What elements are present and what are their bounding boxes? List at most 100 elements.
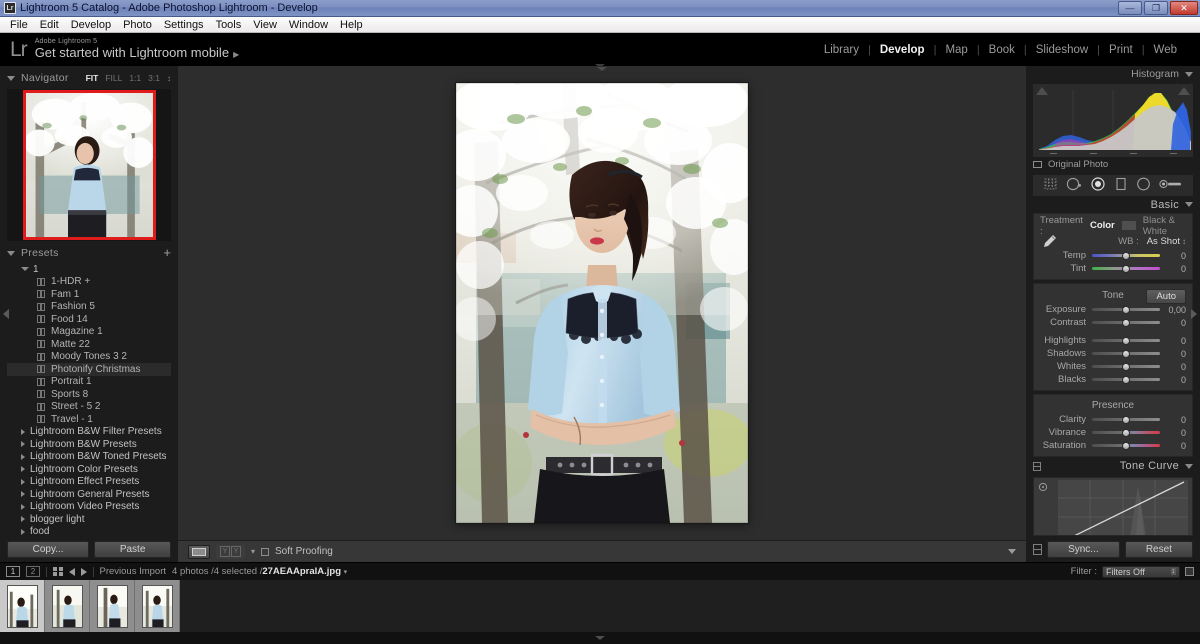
- minimize-button[interactable]: —: [1118, 1, 1142, 15]
- zoom-fit[interactable]: FIT: [86, 73, 99, 83]
- zoom-1-1[interactable]: 1:1: [129, 73, 141, 83]
- shadows-slider-knob[interactable]: [1122, 349, 1130, 358]
- left-panel-collapse-icon[interactable]: [3, 309, 9, 319]
- main-photo[interactable]: [456, 83, 748, 523]
- preset-group-general[interactable]: Lightroom General Presets: [7, 488, 171, 501]
- module-develop[interactable]: Develop: [871, 44, 934, 56]
- module-book[interactable]: Book: [980, 44, 1024, 56]
- wb-stepper-icon[interactable]: ↕: [1182, 237, 1186, 246]
- zoom-3-1[interactable]: 3:1: [148, 73, 160, 83]
- histogram-header[interactable]: Histogram: [1033, 66, 1193, 82]
- preset-group-bw[interactable]: Lightroom B&W Presets: [7, 438, 171, 451]
- menu-tools[interactable]: Tools: [210, 17, 248, 33]
- close-button[interactable]: ✕: [1170, 1, 1198, 15]
- original-photo-row[interactable]: Original Photo: [1033, 157, 1193, 172]
- preset-group-effect[interactable]: Lightroom Effect Presets: [7, 476, 171, 489]
- highlights-slider[interactable]: [1092, 335, 1160, 346]
- spot-removal-icon[interactable]: [1066, 177, 1082, 194]
- chevron-right-icon[interactable]: [21, 516, 25, 523]
- preset-group-food[interactable]: food: [7, 526, 171, 536]
- grid-view-icon[interactable]: [53, 566, 63, 577]
- shadows-slider[interactable]: [1092, 348, 1160, 359]
- tone-curve-panel[interactable]: [1033, 476, 1193, 536]
- menu-window[interactable]: Window: [283, 17, 334, 33]
- navigator-header[interactable]: Navigator FIT FILL 1:1 3:1 ↕: [7, 70, 171, 86]
- menu-help[interactable]: Help: [334, 17, 369, 33]
- chevron-right-icon[interactable]: [21, 503, 25, 510]
- whites-slider-knob[interactable]: [1122, 362, 1130, 371]
- vibrance-slider-knob[interactable]: [1122, 428, 1130, 437]
- preset-group-bw-filter[interactable]: Lightroom B&W Filter Presets: [7, 426, 171, 439]
- chevron-down-icon[interactable]: [21, 267, 29, 272]
- sync-button[interactable]: Sync...: [1047, 540, 1120, 558]
- filmstrip-source-label[interactable]: Previous Import: [100, 566, 167, 577]
- preset-group-blogger-light[interactable]: blogger light: [7, 513, 171, 526]
- whites-slider[interactable]: [1092, 361, 1160, 372]
- treatment-color-option[interactable]: Color: [1083, 220, 1122, 231]
- module-web[interactable]: Web: [1145, 44, 1186, 56]
- preset-item-food-14[interactable]: Food 14: [7, 313, 171, 326]
- toolbar-options-caret-icon[interactable]: [1008, 549, 1016, 554]
- red-eye-correction-icon[interactable]: [1090, 177, 1106, 194]
- soft-proofing-checkbox[interactable]: [261, 547, 270, 556]
- adjustment-brush-icon[interactable]: [1159, 177, 1183, 194]
- temp-slider-knob[interactable]: [1122, 251, 1130, 260]
- filmstrip-thumb-2[interactable]: [45, 580, 90, 632]
- auto-tone-button[interactable]: Auto: [1146, 289, 1186, 305]
- chevron-right-icon[interactable]: [21, 528, 25, 535]
- filmstrip-thumb-4[interactable]: [135, 580, 180, 632]
- paste-button[interactable]: Paste: [94, 540, 172, 558]
- filmstrip-collapse-caret[interactable]: [0, 632, 1200, 644]
- preset-item-sports-8[interactable]: Sports 8: [7, 388, 171, 401]
- filmstrip-path[interactable]: 4 photos /4 selected /27AEAApralA.jpg ▾: [172, 566, 347, 577]
- chevron-down-icon[interactable]: [1185, 71, 1193, 77]
- preset-item-travel-1[interactable]: Travel - 1: [7, 413, 171, 426]
- clarity-slider-knob[interactable]: [1122, 415, 1130, 424]
- preset-item-fashion-5[interactable]: Fashion 5: [7, 301, 171, 314]
- highlight-clipping-icon[interactable]: [1178, 87, 1190, 96]
- preset-item-street-5-2[interactable]: Street - 5 2: [7, 401, 171, 414]
- histogram-chart[interactable]: [1033, 84, 1193, 157]
- menu-edit[interactable]: Edit: [34, 17, 65, 33]
- chevron-right-icon[interactable]: [21, 491, 25, 498]
- main-monitor-button[interactable]: 1: [6, 566, 20, 577]
- chevron-down-icon[interactable]: [1185, 202, 1193, 208]
- filter-select[interactable]: Filters Off ↕: [1102, 565, 1180, 578]
- maximize-button[interactable]: ❐: [1144, 1, 1168, 15]
- chevron-right-icon[interactable]: [21, 478, 25, 485]
- second-monitor-button[interactable]: 2: [26, 566, 40, 577]
- chevron-down-icon[interactable]: [7, 75, 15, 81]
- contrast-slider-knob[interactable]: [1122, 318, 1130, 327]
- crop-overlay-icon[interactable]: [1043, 177, 1058, 194]
- chevron-right-icon[interactable]: [21, 466, 25, 473]
- preset-group-video[interactable]: Lightroom Video Presets: [7, 501, 171, 514]
- tint-slider[interactable]: [1092, 263, 1160, 274]
- menu-settings[interactable]: Settings: [158, 17, 210, 33]
- clarity-slider[interactable]: [1092, 414, 1160, 425]
- saturation-slider-knob[interactable]: [1122, 441, 1130, 450]
- menu-view[interactable]: View: [247, 17, 283, 33]
- preset-group-bw-toned[interactable]: Lightroom B&W Toned Presets: [7, 451, 171, 464]
- loupe-view-icon[interactable]: [188, 544, 210, 559]
- menu-photo[interactable]: Photo: [117, 17, 158, 33]
- saturation-slider[interactable]: [1092, 440, 1160, 451]
- image-canvas[interactable]: [178, 66, 1026, 540]
- zoom-fill[interactable]: FILL: [105, 73, 122, 83]
- chevron-down-icon[interactable]: [1185, 463, 1193, 469]
- before-after-dropdown-caret-icon[interactable]: ▾: [251, 547, 255, 556]
- tint-slider-knob[interactable]: [1122, 264, 1130, 273]
- identity-plate[interactable]: Lr Adobe Lightroom 5 Get started with Li…: [10, 38, 239, 62]
- wb-value[interactable]: As Shot: [1147, 236, 1182, 247]
- blacks-slider[interactable]: [1092, 374, 1160, 385]
- reset-button[interactable]: Reset: [1124, 540, 1194, 558]
- blacks-slider-knob[interactable]: [1122, 375, 1130, 384]
- preset-folder-1[interactable]: 1: [7, 263, 171, 276]
- preset-item-moody-tones[interactable]: Moody Tones 3 2: [7, 351, 171, 364]
- exposure-slider[interactable]: [1092, 304, 1160, 315]
- shadow-clipping-icon[interactable]: [1036, 87, 1048, 96]
- preset-group-color[interactable]: Lightroom Color Presets: [7, 463, 171, 476]
- filter-toggle-icon[interactable]: [1185, 567, 1194, 576]
- chevron-right-icon[interactable]: [21, 453, 25, 460]
- before-after-icon[interactable]: Y Y: [216, 544, 245, 559]
- preset-item-portrait-1[interactable]: Portrait 1: [7, 376, 171, 389]
